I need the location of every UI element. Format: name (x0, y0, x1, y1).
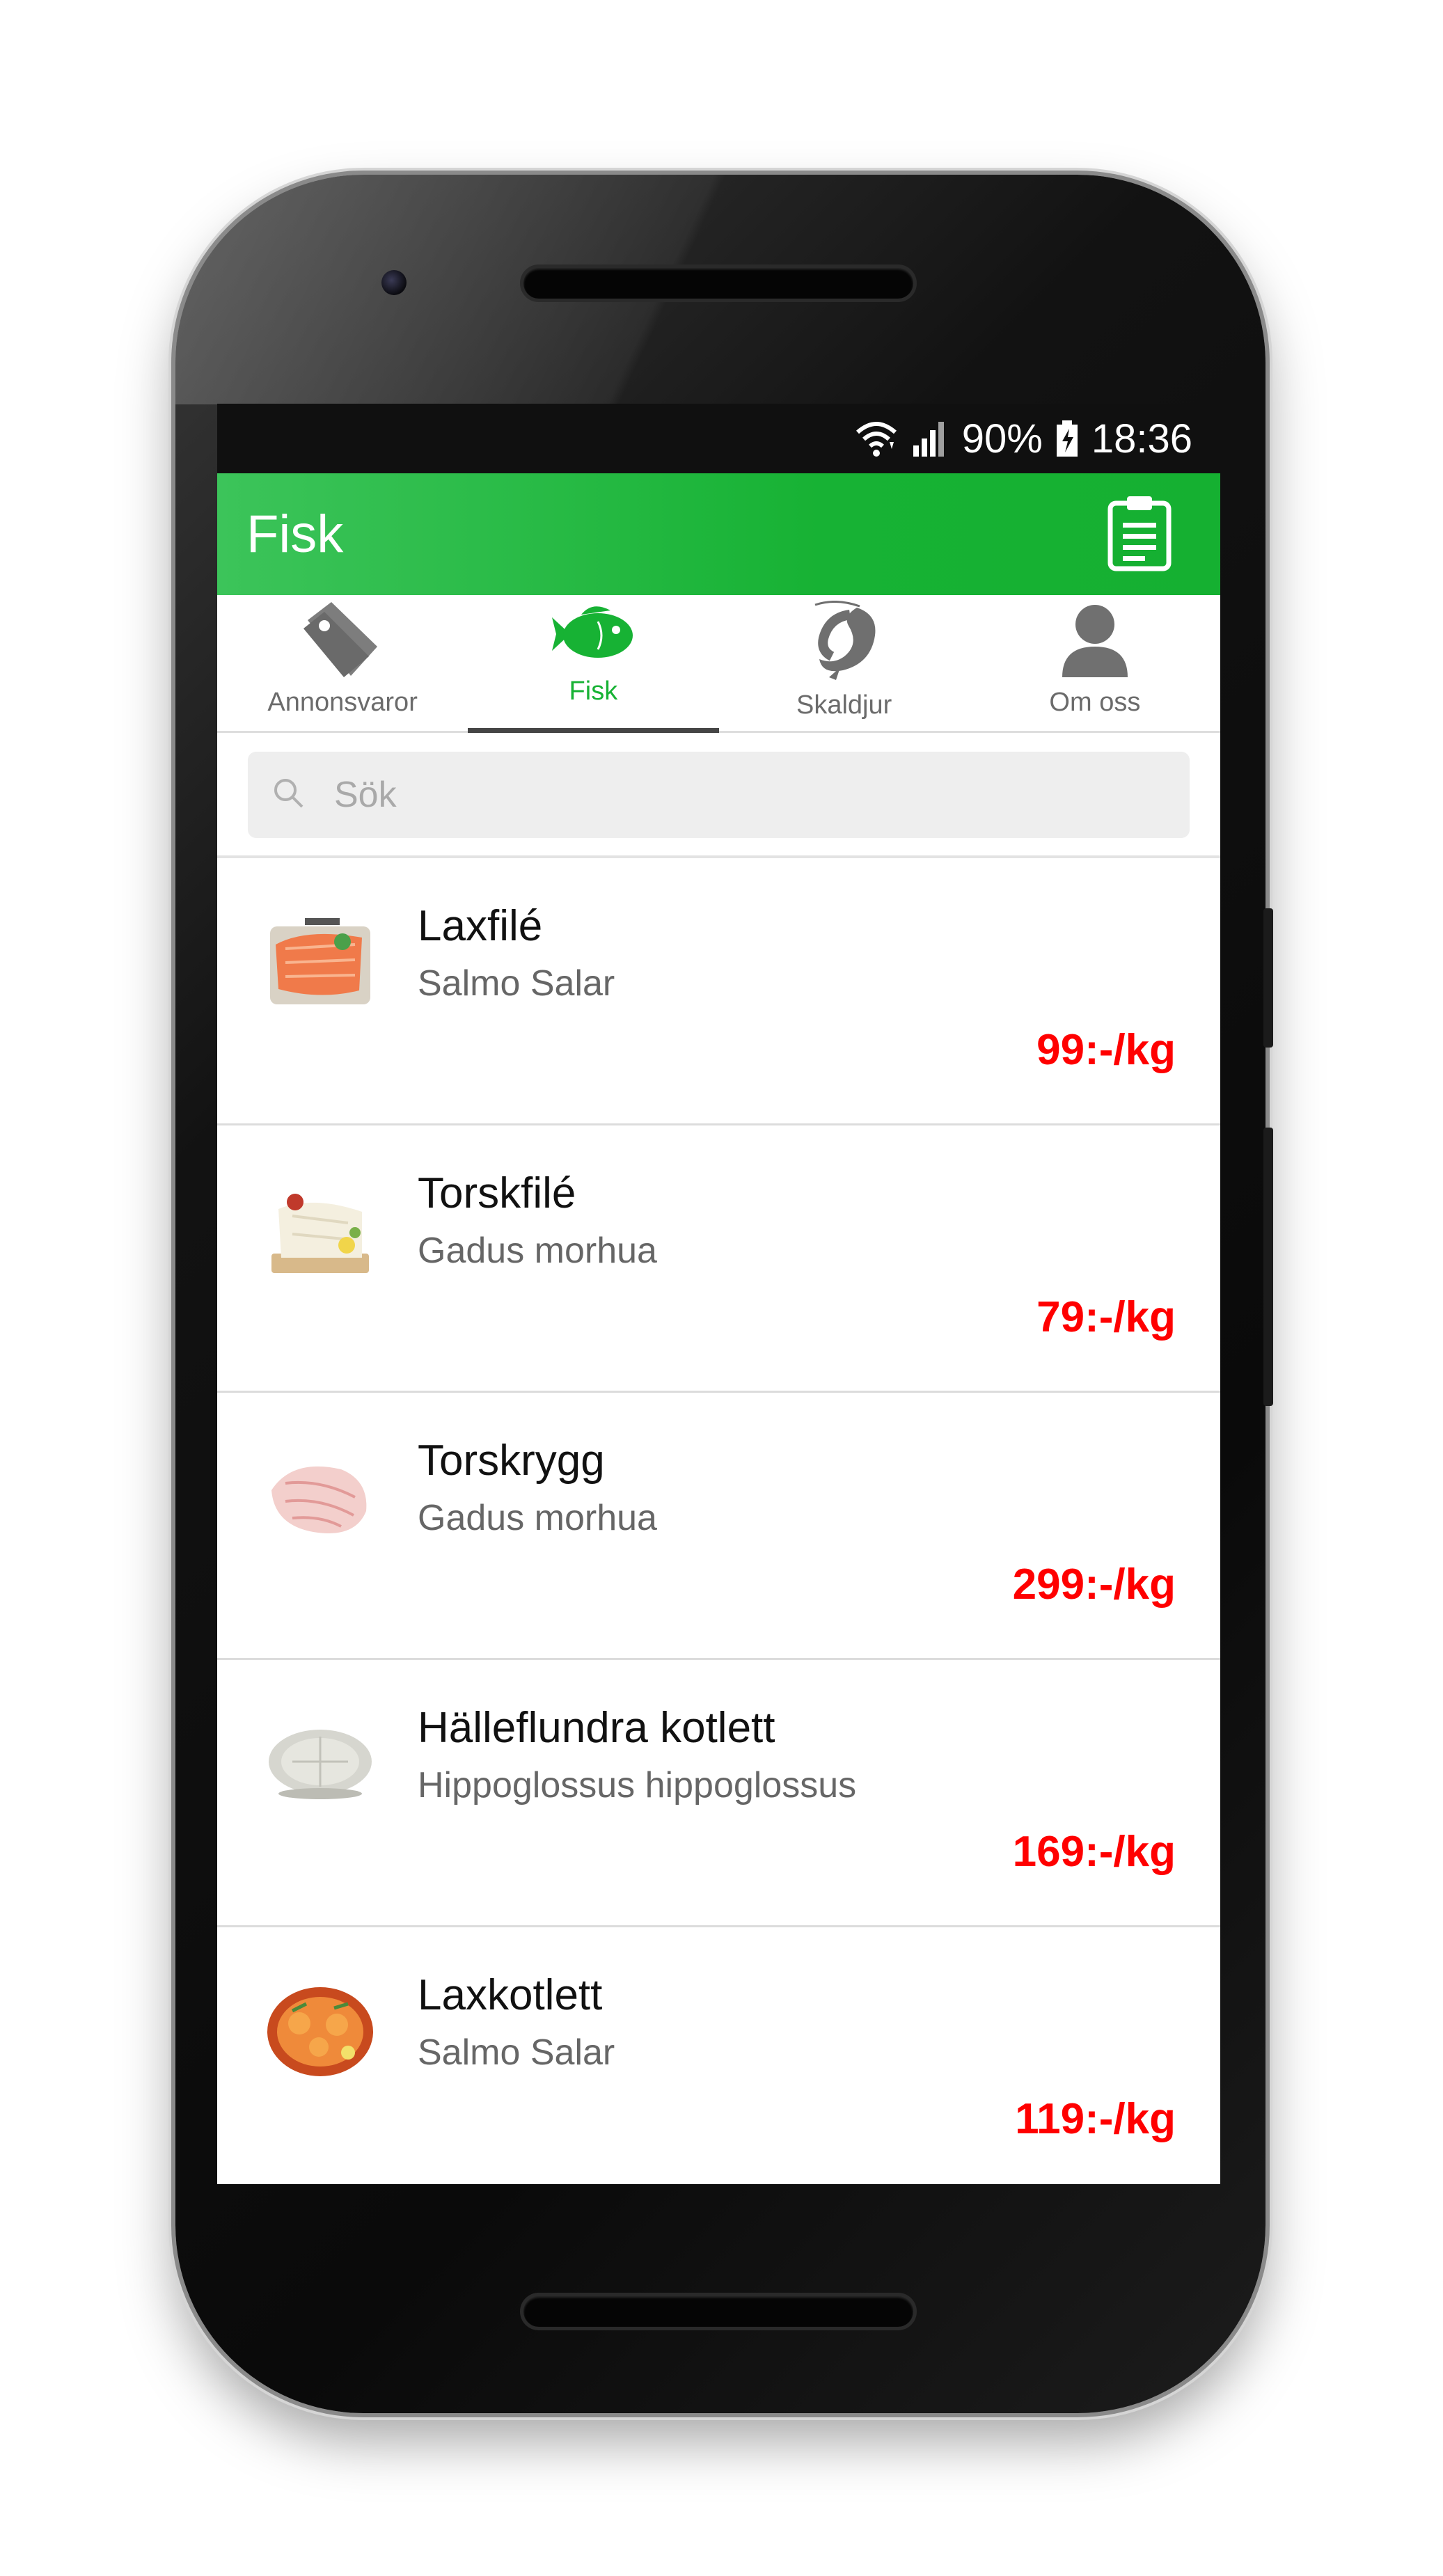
product-price: 119:-/kg (1015, 2095, 1176, 2143)
shrimp-icon (808, 600, 881, 685)
list-item[interactable]: Hälleflundra kotlett Hippoglossus hippog… (217, 1660, 1220, 1927)
salmon-fillet-thumbnail (265, 914, 376, 1011)
product-name: Hälleflundra kotlett (418, 1704, 775, 1752)
front-camera (381, 270, 407, 295)
tab-label: Fisk (569, 677, 618, 706)
search-bar-container (217, 733, 1220, 858)
product-latin-name: Salmo Salar (418, 2032, 615, 2073)
category-tabs: Annonsvaror Fisk Skaldjur Om oss (217, 595, 1220, 733)
tab-label: Skaldjur (796, 690, 892, 720)
product-name: Torskrygg (418, 1437, 605, 1485)
salmon-cutlet-thumbnail (265, 1983, 376, 2080)
fish-icon (549, 601, 637, 671)
signal-icon (910, 419, 949, 458)
battery-percent: 90% (961, 416, 1043, 461)
tab-fisk[interactable]: Fisk (468, 595, 719, 733)
product-list: Laxfilé Salmo Salar 99:-/kg Torskfilé Ga… (217, 858, 1220, 2184)
app-bar: Fisk (217, 473, 1220, 595)
product-price: 99:-/kg (1036, 1026, 1176, 1074)
power-button (1263, 908, 1273, 1048)
tab-annonsvaror[interactable]: Annonsvaror (217, 595, 468, 731)
status-bar: 90% 18:36 (217, 404, 1220, 473)
bottom-speaker (523, 2296, 913, 2327)
list-item[interactable]: Torskfilé Gadus morhua 79:-/kg (217, 1125, 1220, 1393)
volume-button (1263, 1128, 1273, 1406)
page-title: Fisk (246, 505, 344, 564)
tab-label: Om oss (1049, 688, 1141, 717)
person-icon (1058, 601, 1132, 682)
product-latin-name: Salmo Salar (418, 963, 615, 1004)
tab-label: Annonsvaror (267, 688, 418, 717)
tag-icon (301, 601, 384, 682)
clipboard-icon[interactable] (1106, 493, 1173, 575)
earpiece-speaker (523, 268, 913, 299)
cod-fillet-thumbnail (265, 1181, 376, 1279)
product-latin-name: Gadus morhua (418, 1231, 657, 1271)
product-price: 79:-/kg (1036, 1293, 1176, 1341)
clock: 18:36 (1091, 416, 1192, 461)
product-latin-name: Hippoglossus hippoglossus (418, 1765, 857, 1805)
list-item[interactable]: Laxfilé Salmo Salar 99:-/kg (217, 858, 1220, 1125)
battery-charging-icon (1055, 419, 1079, 458)
tab-skaldjur[interactable]: Skaldjur (719, 595, 970, 731)
search-bar (248, 752, 1190, 838)
product-price: 169:-/kg (1012, 1828, 1176, 1876)
app-screen: 90% 18:36 Fisk Annonsvaror Fisk Skaldjur… (217, 404, 1220, 2184)
product-name: Laxkotlett (418, 1971, 603, 2019)
product-latin-name: Gadus morhua (418, 1498, 657, 1538)
tab-om-oss[interactable]: Om oss (970, 595, 1220, 731)
product-name: Torskfilé (418, 1169, 576, 1217)
wifi-icon (855, 418, 898, 459)
list-item[interactable]: Laxkotlett Salmo Salar 119:-/kg (217, 1927, 1220, 2184)
halibut-cutlet-thumbnail (265, 1716, 376, 1813)
product-price: 299:-/kg (1012, 1560, 1176, 1609)
list-item[interactable]: Torskrygg Gadus morhua 299:-/kg (217, 1393, 1220, 1660)
search-input[interactable] (333, 773, 1101, 816)
product-name: Laxfilé (418, 902, 543, 950)
cod-loin-thumbnail (265, 1448, 376, 1546)
search-icon (273, 777, 305, 813)
